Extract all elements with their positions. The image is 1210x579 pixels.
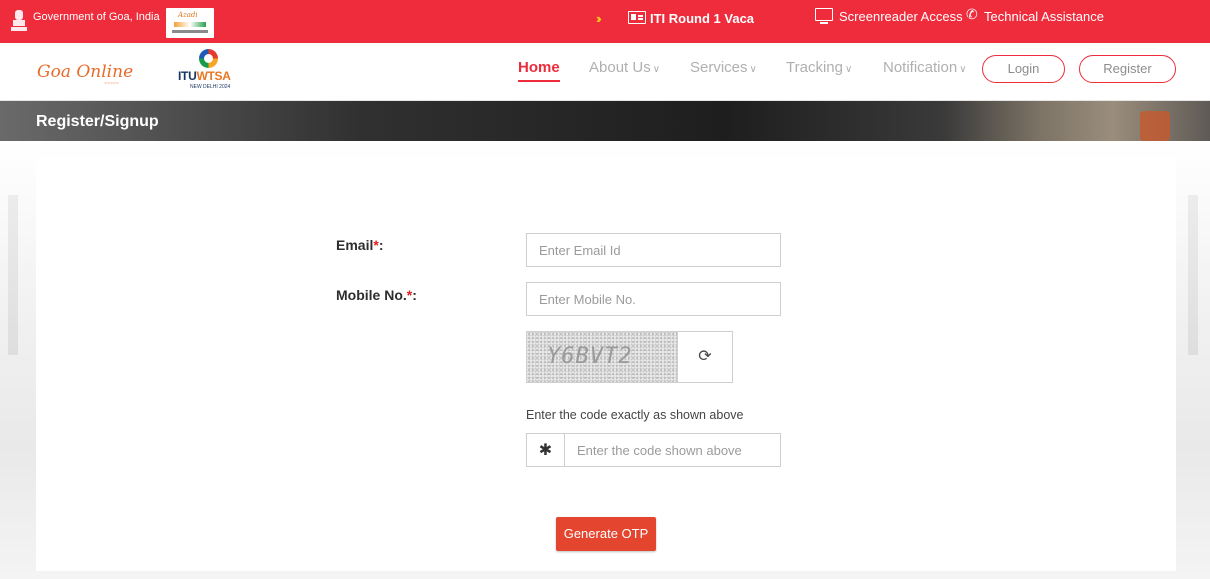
navigation-bar: Goa Online ~~~~~ ITUWTSA NEW DELHI 2024 … — [0, 43, 1210, 101]
page-title: Register/Signup — [36, 113, 159, 130]
chevron-down-icon: ∨ — [959, 64, 967, 75]
monitor-icon[interactable] — [815, 8, 833, 24]
page-banner: Register/Signup — [0, 101, 1210, 141]
goa-online-logo[interactable]: Goa Online — [37, 62, 133, 82]
itu-wtsa-text: ITUWTSA — [178, 69, 231, 83]
itu-wtsa-subtext: NEW DELHI 2024 — [190, 84, 231, 90]
nav-tracking[interactable]: Tracking ∨ — [786, 59, 852, 76]
captcha-image: Y6BVT2 — [527, 332, 677, 382]
mobile-label: Mobile No.*: — [336, 287, 417, 303]
goa-online-logo-sub: ~~~~~ — [104, 81, 119, 87]
government-text: Government of Goa, India — [33, 11, 160, 23]
banner-image — [1140, 111, 1170, 141]
technical-assistance-link[interactable]: Technical Assistance — [984, 9, 1104, 24]
itu-ring-icon — [199, 49, 218, 68]
top-bar: Government of Goa, India Azadi ›› ITI Ro… — [0, 0, 1210, 43]
asterisk-icon: ✱ — [527, 434, 565, 466]
emblem-icon — [11, 10, 27, 31]
email-label: Email*: — [336, 237, 384, 253]
chevron-down-icon: ∨ — [844, 64, 853, 75]
azadi-logo: Azadi — [166, 8, 214, 38]
captcha-code-group: ✱ — [526, 433, 781, 467]
chevron-down-icon: ∨ — [652, 64, 661, 75]
captcha-box: Y6BVT2 ⟳ — [526, 331, 733, 383]
login-button[interactable]: Login — [982, 55, 1065, 83]
itu-wtsa-logo[interactable]: ITUWTSA NEW DELHI 2024 — [178, 49, 240, 95]
refresh-icon[interactable]: ⟳ — [677, 332, 732, 382]
background-decoration — [1188, 195, 1198, 355]
register-button[interactable]: Register — [1079, 55, 1176, 83]
captcha-hint: Enter the code exactly as shown above — [526, 408, 744, 422]
generate-otp-button[interactable]: Generate OTP — [556, 517, 656, 551]
phone-icon[interactable]: ✆ — [966, 6, 978, 23]
nav-notification[interactable]: Notification ∨ — [883, 59, 967, 76]
background-decoration — [8, 195, 18, 355]
captcha-code-input[interactable] — [565, 434, 780, 466]
id-card-icon — [628, 11, 646, 24]
captcha-text: Y6BVT2 — [547, 344, 633, 369]
nav-about-us[interactable]: About Us ∨ — [589, 59, 660, 76]
screenreader-link[interactable]: Screenreader Access — [839, 9, 963, 24]
chevron-down-icon: ∨ — [749, 64, 757, 75]
nav-home[interactable]: Home — [518, 59, 560, 82]
email-field[interactable] — [526, 233, 781, 267]
mobile-field[interactable] — [526, 282, 781, 316]
double-chevron-icon: ›› — [596, 11, 601, 26]
ticker-text[interactable]: ITI Round 1 Vaca — [650, 11, 754, 26]
nav-services[interactable]: Services ∨ — [690, 59, 757, 76]
